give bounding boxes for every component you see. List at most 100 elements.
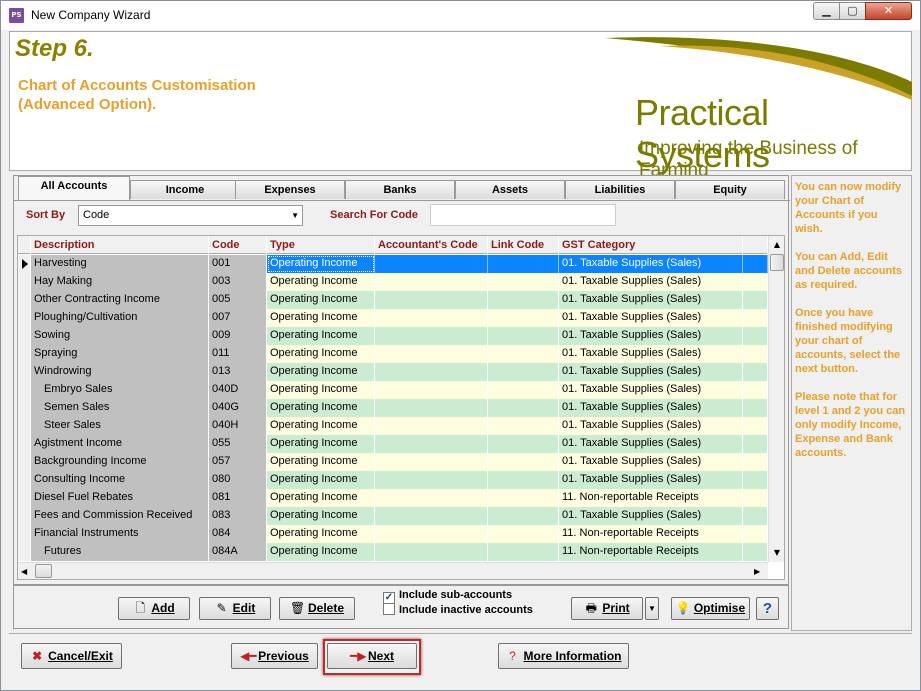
cell-gst-category[interactable]: 11. Non-reportable Receipts	[559, 525, 743, 543]
row-indicator[interactable]	[18, 255, 31, 273]
cell-type[interactable]: Operating Income	[267, 507, 375, 525]
help-button[interactable]: ?	[756, 597, 779, 620]
cell-accountants-code[interactable]	[375, 453, 488, 471]
table-row[interactable]: Harvesting 001 Operating Income 01. Taxable…	[18, 255, 768, 273]
cell-link-code[interactable]	[488, 525, 559, 543]
cell-gst-category[interactable]: 01. Taxable Supplies (Sales)	[559, 327, 743, 345]
cell-gst-category[interactable]: 01. Taxable Supplies (Sales)	[559, 507, 743, 525]
table-row[interactable]: Agistment Income 055 Operating Income 01. T…	[18, 435, 768, 453]
row-indicator[interactable]	[18, 507, 31, 525]
row-indicator[interactable]	[18, 471, 31, 489]
more-information-button[interactable]: ? More Information	[498, 643, 629, 669]
cell-gst-category[interactable]: 01. Taxable Supplies (Sales)	[559, 381, 743, 399]
cell-link-code[interactable]	[488, 399, 559, 417]
row-indicator[interactable]	[18, 291, 31, 309]
row-indicator[interactable]	[18, 525, 31, 543]
vertical-scrollbar[interactable]: ▲ ▼	[768, 236, 784, 562]
col-link-code[interactable]: Link Code	[488, 236, 559, 254]
cell-code[interactable]: 040H	[209, 417, 267, 435]
cell-accountants-code[interactable]	[375, 345, 488, 363]
cell-gst-category[interactable]: 01. Taxable Supplies (Sales)	[559, 309, 743, 327]
scroll-up-icon[interactable]: ▲	[769, 237, 784, 253]
cell-gst-category[interactable]: 01. Taxable Supplies (Sales)	[559, 453, 743, 471]
cell-code[interactable]: 005	[209, 291, 267, 309]
row-indicator[interactable]	[18, 417, 31, 435]
add-button[interactable]: 🗋 Add	[118, 597, 190, 620]
cell-gst-category[interactable]: 01. Taxable Supplies (Sales)	[559, 345, 743, 363]
row-indicator[interactable]	[18, 381, 31, 399]
cell-accountants-code[interactable]	[375, 273, 488, 291]
cell-description[interactable]: Embryo Sales	[31, 381, 209, 399]
cell-gst-category[interactable]: 01. Taxable Supplies (Sales)	[559, 417, 743, 435]
scroll-left-icon[interactable]: ◀	[21, 563, 27, 579]
cancel-exit-button[interactable]: ✖ Cancel/Exit	[21, 643, 122, 669]
cell-gst-category[interactable]: 11. Non-reportable Receipts	[559, 489, 743, 507]
cell-type[interactable]: Operating Income	[267, 327, 375, 345]
cell-extra[interactable]	[743, 309, 768, 327]
table-row[interactable]: Futures 084A Operating Income 11. Non-repor…	[18, 543, 768, 561]
cell-extra[interactable]	[743, 543, 768, 561]
cell-code[interactable]: 009	[209, 327, 267, 345]
cell-type[interactable]: Operating Income	[267, 381, 375, 399]
cell-accountants-code[interactable]	[375, 507, 488, 525]
cell-extra[interactable]	[743, 273, 768, 291]
cell-description[interactable]: Semen Sales	[31, 399, 209, 417]
table-row[interactable]: Diesel Fuel Rebates 081 Operating Income 11…	[18, 489, 768, 507]
cell-link-code[interactable]	[488, 291, 559, 309]
tab-expenses[interactable]: Expenses	[235, 180, 345, 199]
col-gst-category[interactable]: GST Category	[559, 236, 743, 254]
table-row[interactable]: Spraying 011 Operating Income 01. Taxable S…	[18, 345, 768, 363]
cell-gst-category[interactable]: 11. Non-reportable Receipts	[559, 543, 743, 561]
cell-link-code[interactable]	[488, 507, 559, 525]
cell-description[interactable]: Agistment Income	[31, 435, 209, 453]
cell-extra[interactable]	[743, 255, 768, 273]
row-indicator[interactable]	[18, 489, 31, 507]
close-button[interactable]: ✕	[865, 2, 912, 20]
col-code[interactable]: Code	[209, 236, 267, 254]
cell-type[interactable]: Operating Income	[267, 453, 375, 471]
cell-link-code[interactable]	[488, 381, 559, 399]
cell-extra[interactable]	[743, 417, 768, 435]
row-indicator[interactable]	[18, 327, 31, 345]
cell-link-code[interactable]	[488, 453, 559, 471]
print-options-dropdown[interactable]: ▼	[645, 597, 659, 620]
cell-accountants-code[interactable]	[375, 291, 488, 309]
cell-link-code[interactable]	[488, 489, 559, 507]
row-indicator[interactable]	[18, 453, 31, 471]
cell-code[interactable]: 040D	[209, 381, 267, 399]
row-indicator[interactable]	[18, 363, 31, 381]
cell-type[interactable]: Operating Income	[267, 255, 375, 273]
table-row[interactable]: Ploughing/Cultivation 007 Operating Income…	[18, 309, 768, 327]
cell-type[interactable]: Operating Income	[267, 471, 375, 489]
cell-type[interactable]: Operating Income	[267, 399, 375, 417]
tab-all-accounts[interactable]: All Accounts	[18, 176, 130, 200]
cell-gst-category[interactable]: 01. Taxable Supplies (Sales)	[559, 255, 743, 273]
table-row[interactable]: Other Contracting Income 005 Operating Inc…	[18, 291, 768, 309]
table-row[interactable]: Windrowing 013 Operating Income 01. Taxable…	[18, 363, 768, 381]
next-button[interactable]: ━▶ Next	[327, 643, 417, 669]
col-description[interactable]: Description	[31, 236, 209, 254]
tab-banks[interactable]: Banks	[345, 180, 455, 199]
cell-description[interactable]: Backgrounding Income	[31, 453, 209, 471]
include-inactive-accounts-checkbox[interactable]: Include inactive accounts	[383, 603, 533, 616]
cell-code[interactable]: 084A	[209, 543, 267, 561]
cell-gst-category[interactable]: 01. Taxable Supplies (Sales)	[559, 273, 743, 291]
cell-link-code[interactable]	[488, 309, 559, 327]
cell-code[interactable]: 040G	[209, 399, 267, 417]
cell-description[interactable]: Sowing	[31, 327, 209, 345]
cell-type[interactable]: Operating Income	[267, 417, 375, 435]
cell-code[interactable]: 055	[209, 435, 267, 453]
cell-description[interactable]: Consulting Income	[31, 471, 209, 489]
table-row[interactable]: Fees and Commission Received 083 Operating…	[18, 507, 768, 525]
table-row[interactable]: Embryo Sales 040D Operating Income 01. Taxa…	[18, 381, 768, 399]
cell-extra[interactable]	[743, 435, 768, 453]
cell-link-code[interactable]	[488, 543, 559, 561]
cell-accountants-code[interactable]	[375, 255, 488, 273]
edit-button[interactable]: ✎ Edit	[199, 597, 271, 620]
cell-gst-category[interactable]: 01. Taxable Supplies (Sales)	[559, 435, 743, 453]
cell-type[interactable]: Operating Income	[267, 489, 375, 507]
row-indicator[interactable]	[18, 543, 31, 561]
scroll-right-icon[interactable]: ▶	[754, 563, 760, 579]
cell-link-code[interactable]	[488, 327, 559, 345]
cell-link-code[interactable]	[488, 255, 559, 273]
